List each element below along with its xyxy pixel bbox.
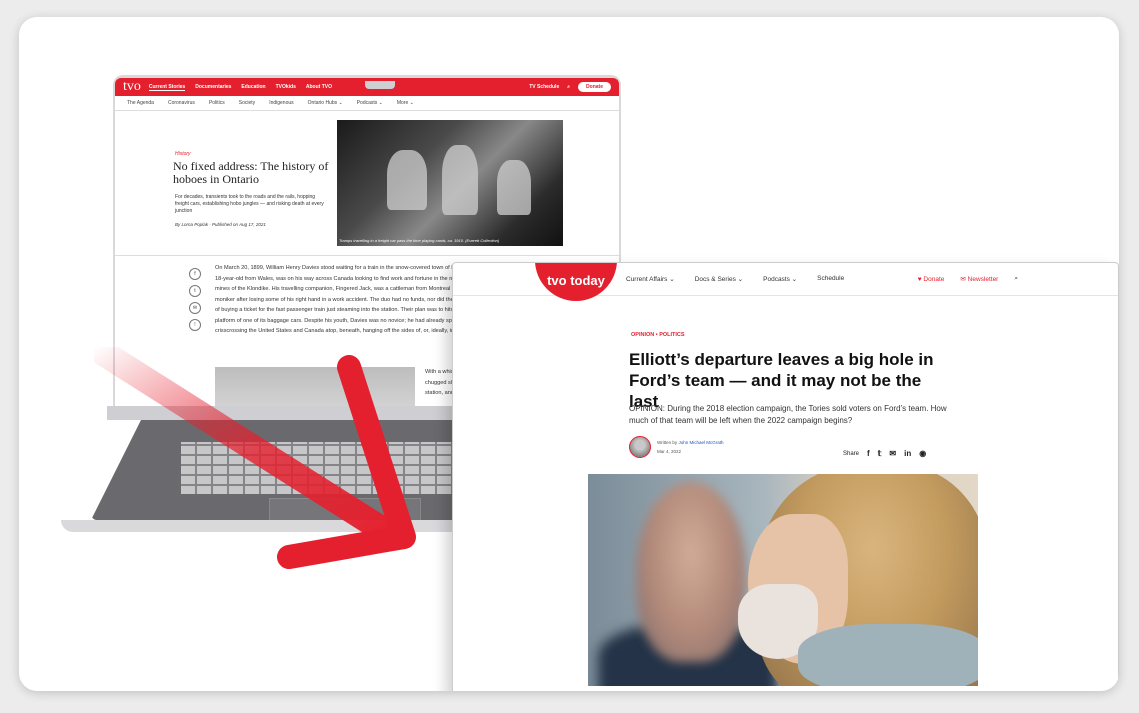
old-site-subnav: The Agenda Coronavirus Politics Society …: [115, 96, 619, 111]
subnav-society[interactable]: Society: [239, 100, 255, 106]
share-icons: f t ✉ !: [189, 268, 201, 331]
author-block: Written by John Michael McGrath Mar 4, 2…: [629, 436, 723, 458]
email-icon[interactable]: ✉: [889, 449, 896, 458]
new-site-window: tvo today Current Affairs ⌄ Docs & Serie…: [452, 262, 1119, 691]
article-kicker[interactable]: History: [175, 151, 191, 157]
search-icon[interactable]: ⌕: [567, 84, 570, 90]
nav-education[interactable]: Education: [241, 84, 265, 90]
facebook-icon[interactable]: f: [867, 449, 870, 458]
share-bar: Share f 𝕥 ✉ in ◉: [843, 449, 926, 458]
twitter-icon[interactable]: t: [189, 285, 201, 297]
nav-schedule[interactable]: Schedule: [817, 275, 844, 283]
hoboes-photo: Tramps travelling in a freight car pass …: [337, 120, 563, 246]
article-byline: By Lorna Poplak · Published on Aug 17, 2…: [175, 222, 266, 227]
donate-link[interactable]: ♥ Donate: [918, 276, 945, 283]
author-name[interactable]: John Michael McGrath: [678, 440, 723, 445]
article-title: No fixed address: The history of hoboes …: [173, 159, 329, 186]
new-site-nav: Current Affairs ⌄ Docs & Series ⌄ Podcas…: [626, 275, 844, 283]
reddit-icon[interactable]: ◉: [919, 449, 926, 458]
newsletter-link[interactable]: ✉ Newsletter: [960, 275, 998, 283]
nav-about-tvo[interactable]: About TVO: [306, 84, 332, 90]
camera-notch: [365, 81, 395, 89]
tvo-today-logo[interactable]: tvo today: [535, 263, 617, 301]
subnav-indigenous[interactable]: Indigenous: [269, 100, 293, 106]
header-actions: ♥ Donate ✉ Newsletter ⌕: [918, 275, 1018, 283]
share-label: Share: [843, 450, 860, 457]
transition-arrow-icon: [94, 347, 416, 569]
twitter-icon[interactable]: 𝕥: [878, 449, 882, 458]
facebook-icon[interactable]: f: [189, 268, 201, 280]
divider: [115, 255, 619, 256]
new-site-header: tvo today Current Affairs ⌄ Docs & Serie…: [453, 263, 1118, 301]
comment-icon[interactable]: !: [189, 319, 201, 331]
written-by-label: Written by: [657, 440, 678, 445]
email-icon[interactable]: ✉: [189, 302, 201, 314]
tv-schedule-link[interactable]: TV Schedule: [529, 84, 559, 90]
nav-podcasts[interactable]: Podcasts ⌄: [763, 275, 797, 283]
nav-docs-series[interactable]: Docs & Series ⌄: [695, 275, 743, 283]
showcase-card: tvo Current Stories Documentaries Educat…: [19, 17, 1119, 691]
nav-current-stories[interactable]: Current Stories: [148, 84, 186, 91]
subnav-ontario-hubs[interactable]: Ontario Hubs ⌄: [308, 100, 343, 106]
subnav-the-agenda[interactable]: The Agenda: [127, 100, 154, 106]
nav-documentaries[interactable]: Documentaries: [195, 84, 231, 90]
tvo-logo[interactable]: tvo: [123, 79, 141, 95]
publish-date: Mar 4, 2022: [657, 449, 682, 454]
subnav-politics[interactable]: Politics: [209, 100, 225, 106]
article-dek: For decades, transients took to the road…: [175, 194, 324, 214]
article-category[interactable]: OPINION • POLITICS: [631, 332, 685, 338]
nav-current-affairs[interactable]: Current Affairs ⌄: [626, 275, 675, 283]
author-avatar[interactable]: [629, 436, 651, 458]
donate-button[interactable]: Donate: [578, 82, 611, 92]
subnav-coronavirus[interactable]: Coronavirus: [168, 100, 195, 106]
photo-caption: Tramps travelling in a freight car pass …: [339, 238, 500, 243]
subnav-podcasts[interactable]: Podcasts ⌄: [357, 100, 383, 106]
hero-photo: [588, 474, 978, 686]
subnav-more[interactable]: More ⌄: [397, 100, 414, 106]
nav-tvokids[interactable]: TVOkids: [276, 84, 296, 90]
linkedin-icon[interactable]: in: [904, 449, 911, 458]
search-icon[interactable]: ⌕: [1014, 275, 1018, 283]
article-dek: OPINION: During the 2018 election campai…: [629, 404, 947, 425]
